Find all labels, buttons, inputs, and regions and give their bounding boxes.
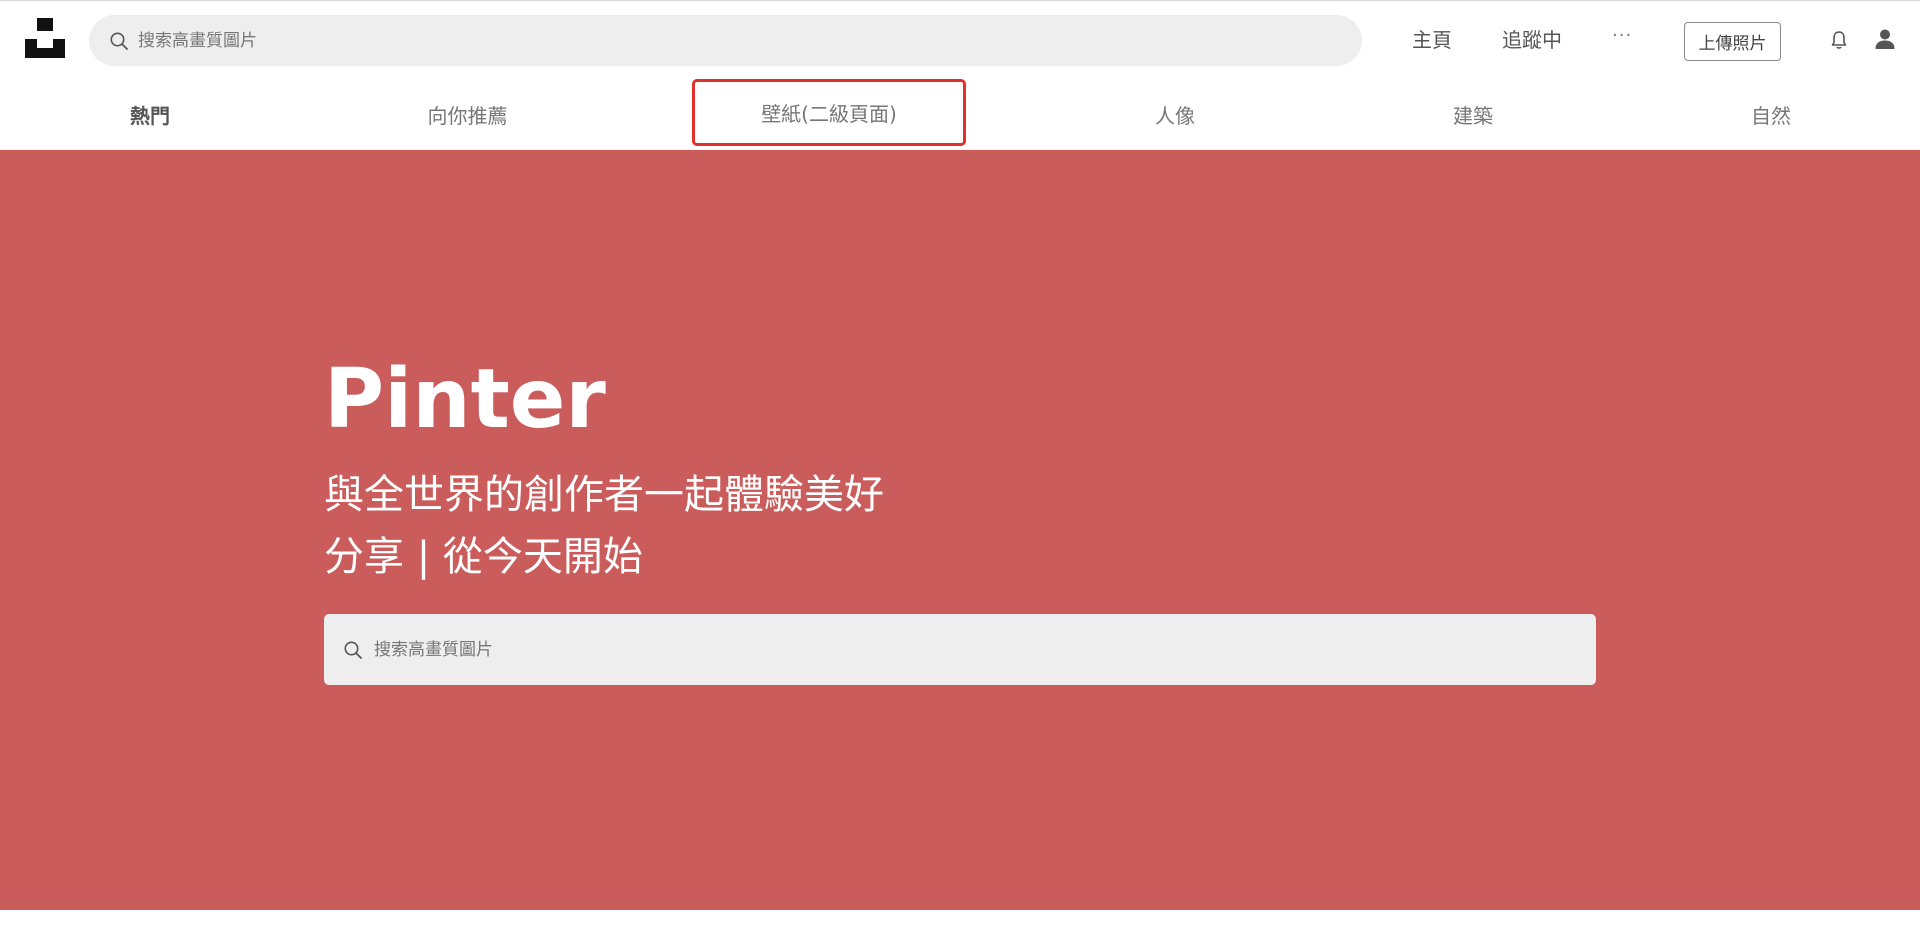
tab-wallpaper[interactable]: 壁紙(二級頁面) [692, 79, 966, 146]
logo-notch [37, 39, 53, 48]
nav-following-link[interactable]: 追蹤中 [1502, 27, 1562, 53]
bell-icon[interactable] [1828, 29, 1850, 51]
category-tabs: 熱門 向你推薦 壁紙(二級頁面) 人像 建築 自然 [0, 78, 1920, 150]
tab-popular[interactable]: 熱門 [100, 78, 200, 150]
hero-title: Pinter [324, 352, 606, 447]
hero-search-input[interactable] [374, 627, 1574, 672]
tab-architecture[interactable]: 建築 [1423, 78, 1523, 150]
hero-subtitle-line-1: 與全世界的創作者一起體驗美好 [324, 472, 884, 518]
user-icon[interactable] [1873, 27, 1897, 51]
page-bottom [0, 910, 1920, 951]
top-bar: 主頁 追蹤中 ··· 上傳照片 [0, 0, 1920, 78]
page: 主頁 追蹤中 ··· 上傳照片 熱門 向你推薦 壁紙(二級頁面) 人像 建築 自… [0, 0, 1920, 951]
hero-subtitle: 與全世界的創作者一起體驗美好 分享 | 從今天開始 [324, 464, 884, 588]
logo-icon[interactable] [25, 18, 65, 58]
logo-top-block [37, 18, 53, 31]
header-search-input[interactable] [138, 20, 1338, 61]
tab-portrait[interactable]: 人像 [1120, 78, 1230, 150]
nav-more-button[interactable]: ··· [1612, 23, 1632, 49]
search-icon [342, 639, 364, 661]
hero-search-bar[interactable] [324, 614, 1596, 685]
tab-recommended[interactable]: 向你推薦 [400, 78, 535, 150]
hero-banner: Pinter 與全世界的創作者一起體驗美好 分享 | 從今天開始 [0, 150, 1920, 910]
upload-photo-button[interactable]: 上傳照片 [1684, 22, 1781, 61]
hero-subtitle-line-2: 分享 | 從今天開始 [324, 534, 643, 580]
nav-home-link[interactable]: 主頁 [1412, 27, 1452, 53]
search-icon [108, 30, 130, 52]
tab-nature[interactable]: 自然 [1721, 78, 1821, 150]
header-search-bar[interactable] [89, 15, 1362, 66]
